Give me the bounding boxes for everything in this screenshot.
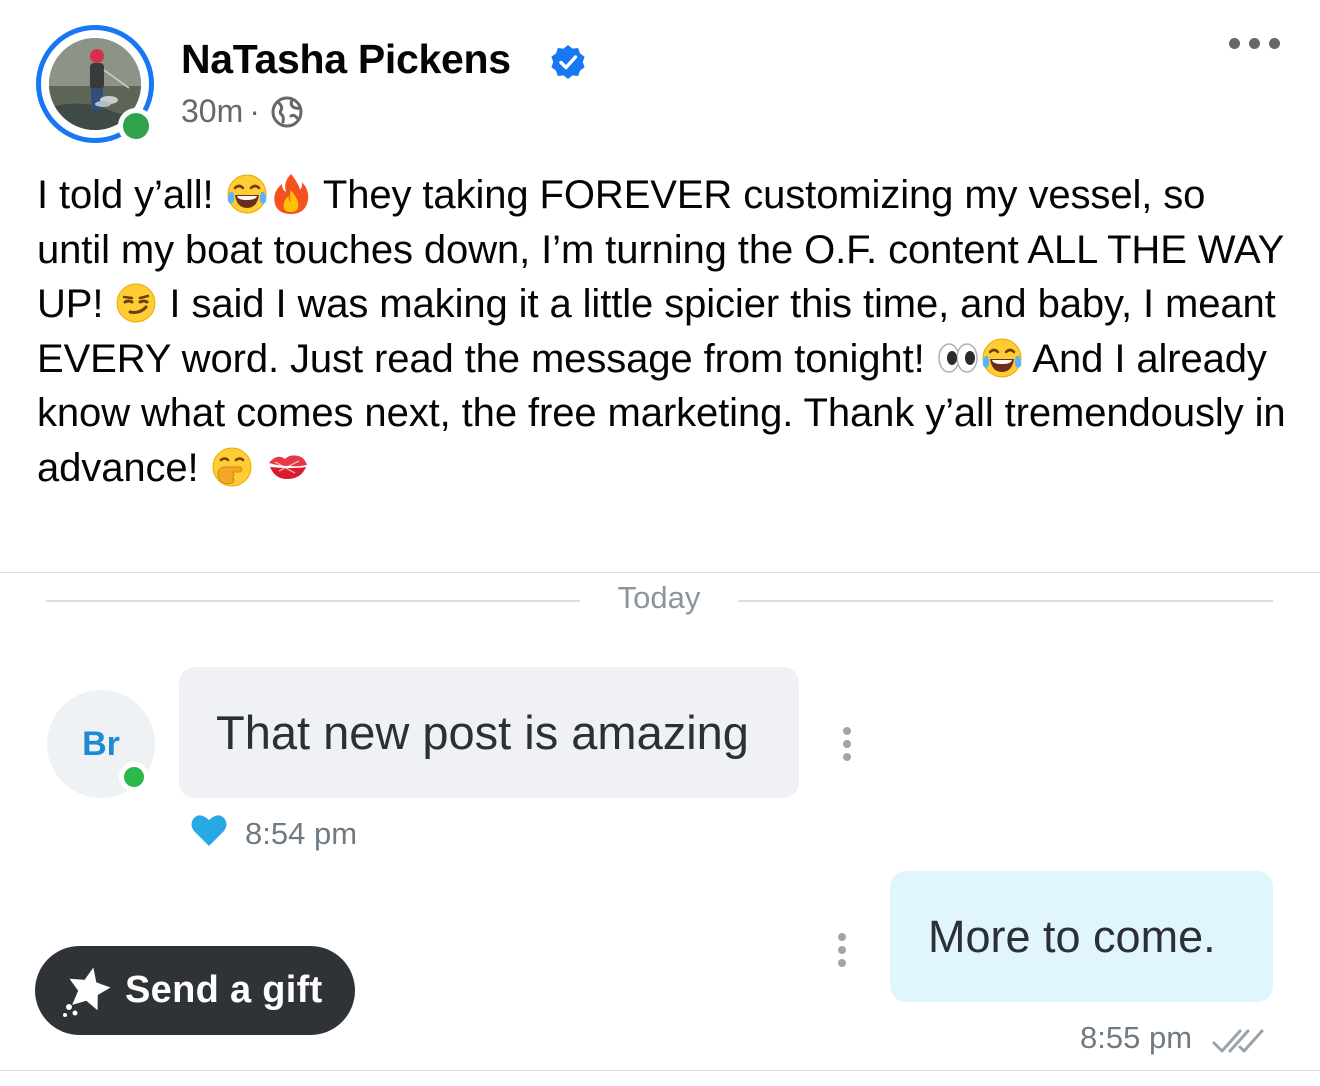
contact-online-dot <box>119 762 149 792</box>
blue-heart-icon[interactable] <box>190 812 228 848</box>
tears-of-joy-emoji-icon <box>980 336 1024 380</box>
contact-avatar[interactable]: Br <box>47 690 155 798</box>
day-separator-label: Today <box>617 580 701 615</box>
post-meta: 30m · <box>181 93 304 130</box>
fire-emoji-icon <box>269 172 313 216</box>
tears-of-joy-emoji-icon <box>225 172 269 216</box>
bottom-divider <box>0 1070 1320 1071</box>
send-gift-label: Send a gift <box>125 969 323 1011</box>
outgoing-message-time: 8:55 pm <box>1080 1020 1193 1055</box>
post-timestamp[interactable]: 30m <box>181 93 243 130</box>
verified-badge-icon <box>551 45 585 79</box>
incoming-message-bubble[interactable]: That new post is amazing <box>179 667 799 798</box>
incoming-message-time: 8:54 pm <box>245 816 358 851</box>
hand-over-mouth-emoji-icon <box>210 445 254 489</box>
outgoing-message-bubble[interactable]: More to come. <box>890 871 1273 1002</box>
day-divider-line <box>46 600 580 602</box>
author-name[interactable]: NaTasha Pickens <box>181 36 511 83</box>
kiss-mark-emoji-icon <box>265 445 309 489</box>
send-gift-button[interactable]: Send a gift <box>35 946 355 1035</box>
online-status-dot <box>118 108 154 144</box>
more-options-icon[interactable] <box>1229 38 1280 49</box>
incoming-message-text: That new post is amazing <box>216 706 749 759</box>
post-content-divider <box>0 572 1320 573</box>
message-options-icon[interactable] <box>837 933 847 972</box>
eyes-emoji-icon <box>936 336 980 380</box>
day-divider-line <box>738 600 1273 602</box>
meta-separator: · <box>249 93 260 129</box>
outgoing-message-text: More to come. <box>928 910 1216 962</box>
star-sparkle-icon <box>63 966 111 1017</box>
message-options-icon[interactable] <box>842 727 852 766</box>
post-body: I told y’all! They taking FOREVER custom… <box>37 168 1287 495</box>
post-text-segment: I told y’all! <box>37 173 225 217</box>
globe-icon[interactable] <box>270 95 304 129</box>
double-check-icon <box>1212 1029 1264 1053</box>
smirking-face-emoji-icon <box>114 281 158 325</box>
